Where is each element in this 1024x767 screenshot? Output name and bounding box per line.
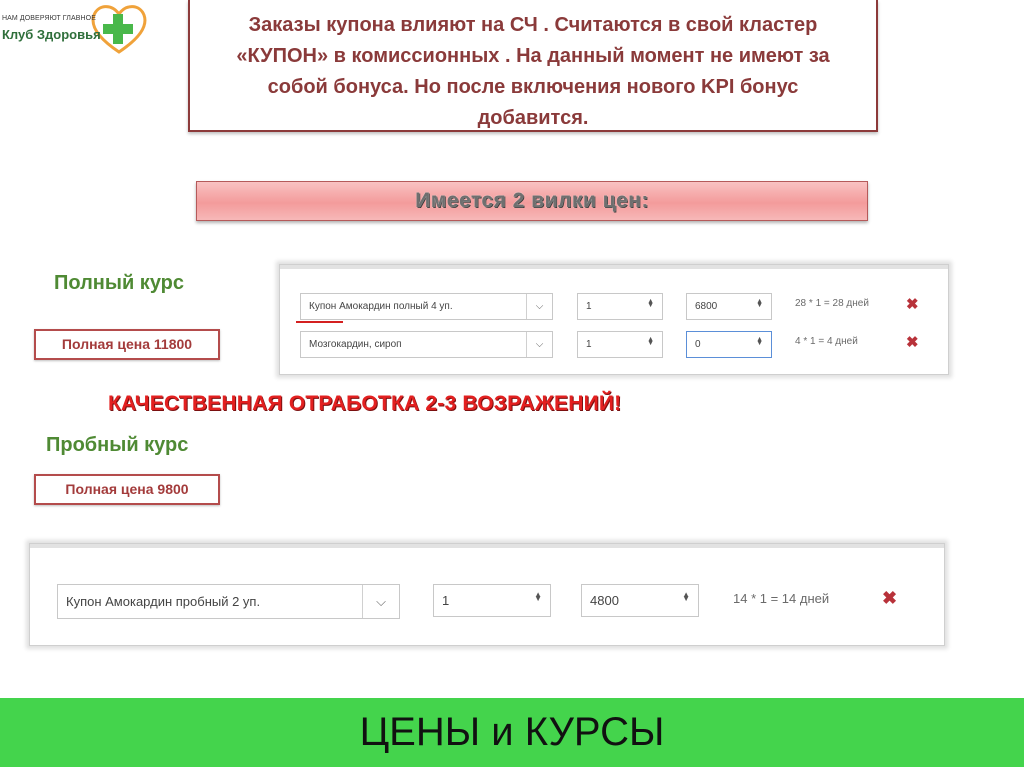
product-select-value: Купон Амокардин полный 4 уп. — [309, 301, 453, 312]
quantity-stepper[interactable]: 1 ▲ ▼ — [577, 331, 663, 358]
duration-calc: 28 * 1 = 28 дней — [795, 298, 869, 309]
full-course-price-box: Полная цена 11800 — [34, 329, 220, 360]
product-select[interactable]: Мозгокардин, сироп ⌵ — [300, 331, 553, 358]
price-value: 6800 — [695, 301, 718, 312]
spinner-arrows-icon[interactable]: ▲ ▼ — [534, 591, 542, 603]
trial-course-label: Пробный курс — [46, 434, 189, 456]
underline-mark — [296, 321, 343, 323]
delete-x-icon[interactable]: ✖ — [906, 333, 919, 351]
trial-course-order-panel: Купон Амокардин пробный 2 уп. ⌵ 1 ▲ ▼ 480… — [29, 543, 945, 646]
chevron-down-icon[interactable]: ⌵ — [526, 294, 552, 319]
quantity-stepper[interactable]: 1 ▲ ▼ — [433, 584, 551, 617]
info-note-box: Заказы купона влияют на СЧ . Считаются в… — [188, 0, 878, 132]
spinner-arrows-icon[interactable]: ▲ ▼ — [756, 298, 763, 309]
slide-title: ЦЕНЫ и КУРСЫ — [359, 710, 665, 754]
spinner-arrows-icon[interactable]: ▲ ▼ — [682, 591, 690, 603]
price-value: 0 — [695, 339, 701, 350]
spinner-arrows-icon[interactable]: ▲ ▼ — [647, 298, 654, 309]
full-course-label: Полный курс — [54, 272, 185, 294]
delete-x-icon[interactable]: ✖ — [906, 295, 919, 313]
price-stepper[interactable]: 0 ▲ ▼ — [686, 331, 772, 358]
product-select-value: Мозгокардин, сироп — [309, 339, 402, 350]
club-logo: НАМ ДОВЕРЯЮТ ГЛАВНОЕ Клуб Здоровья — [0, 0, 150, 62]
quantity-stepper[interactable]: 1 ▲ ▼ — [577, 293, 663, 320]
product-select[interactable]: Купон Амокардин полный 4 уп. ⌵ — [300, 293, 553, 320]
info-note-text: Заказы купона влияют на СЧ . Считаются в… — [236, 14, 830, 129]
objections-warning: КАЧЕСТВЕННАЯ ОТРАБОТКА 2-3 ВОЗРАЖЕНИЙ! — [108, 392, 622, 415]
slide-footer: ЦЕНЫ и КУРСЫ — [0, 698, 1024, 767]
full-course-order-panel: Купон Амокардин полный 4 уп. ⌵ 1 ▲ ▼ 6800… — [279, 264, 949, 375]
price-value: 4800 — [590, 593, 619, 608]
logo-tagline: НАМ ДОВЕРЯЮТ ГЛАВНОЕ — [2, 15, 96, 22]
chevron-down-icon[interactable]: ⌵ — [362, 585, 399, 618]
price-ranges-banner-text: Имеется 2 вилки цен: — [415, 189, 649, 212]
price-ranges-banner: Имеется 2 вилки цен: — [196, 181, 868, 221]
product-select-value: Купон Амокардин пробный 2 уп. — [66, 594, 261, 609]
spinner-arrows-icon[interactable]: ▲ ▼ — [756, 336, 763, 347]
quantity-value: 1 — [586, 339, 592, 350]
quantity-value: 1 — [586, 301, 592, 312]
duration-calc: 14 * 1 = 14 дней — [733, 591, 830, 606]
chevron-down-icon[interactable]: ⌵ — [526, 332, 552, 357]
delete-x-icon[interactable]: ✖ — [882, 588, 897, 609]
logo-name: Клуб Здоровья — [2, 27, 101, 42]
spinner-arrows-icon[interactable]: ▲ ▼ — [647, 336, 654, 347]
duration-calc: 4 * 1 = 4 дней — [795, 336, 858, 347]
trial-course-price-box: Полная цена 9800 — [34, 474, 220, 505]
product-select[interactable]: Купон Амокардин пробный 2 уп. ⌵ — [57, 584, 400, 619]
quantity-value: 1 — [442, 593, 450, 608]
price-stepper[interactable]: 4800 ▲ ▼ — [581, 584, 699, 617]
price-stepper[interactable]: 6800 ▲ ▼ — [686, 293, 772, 320]
